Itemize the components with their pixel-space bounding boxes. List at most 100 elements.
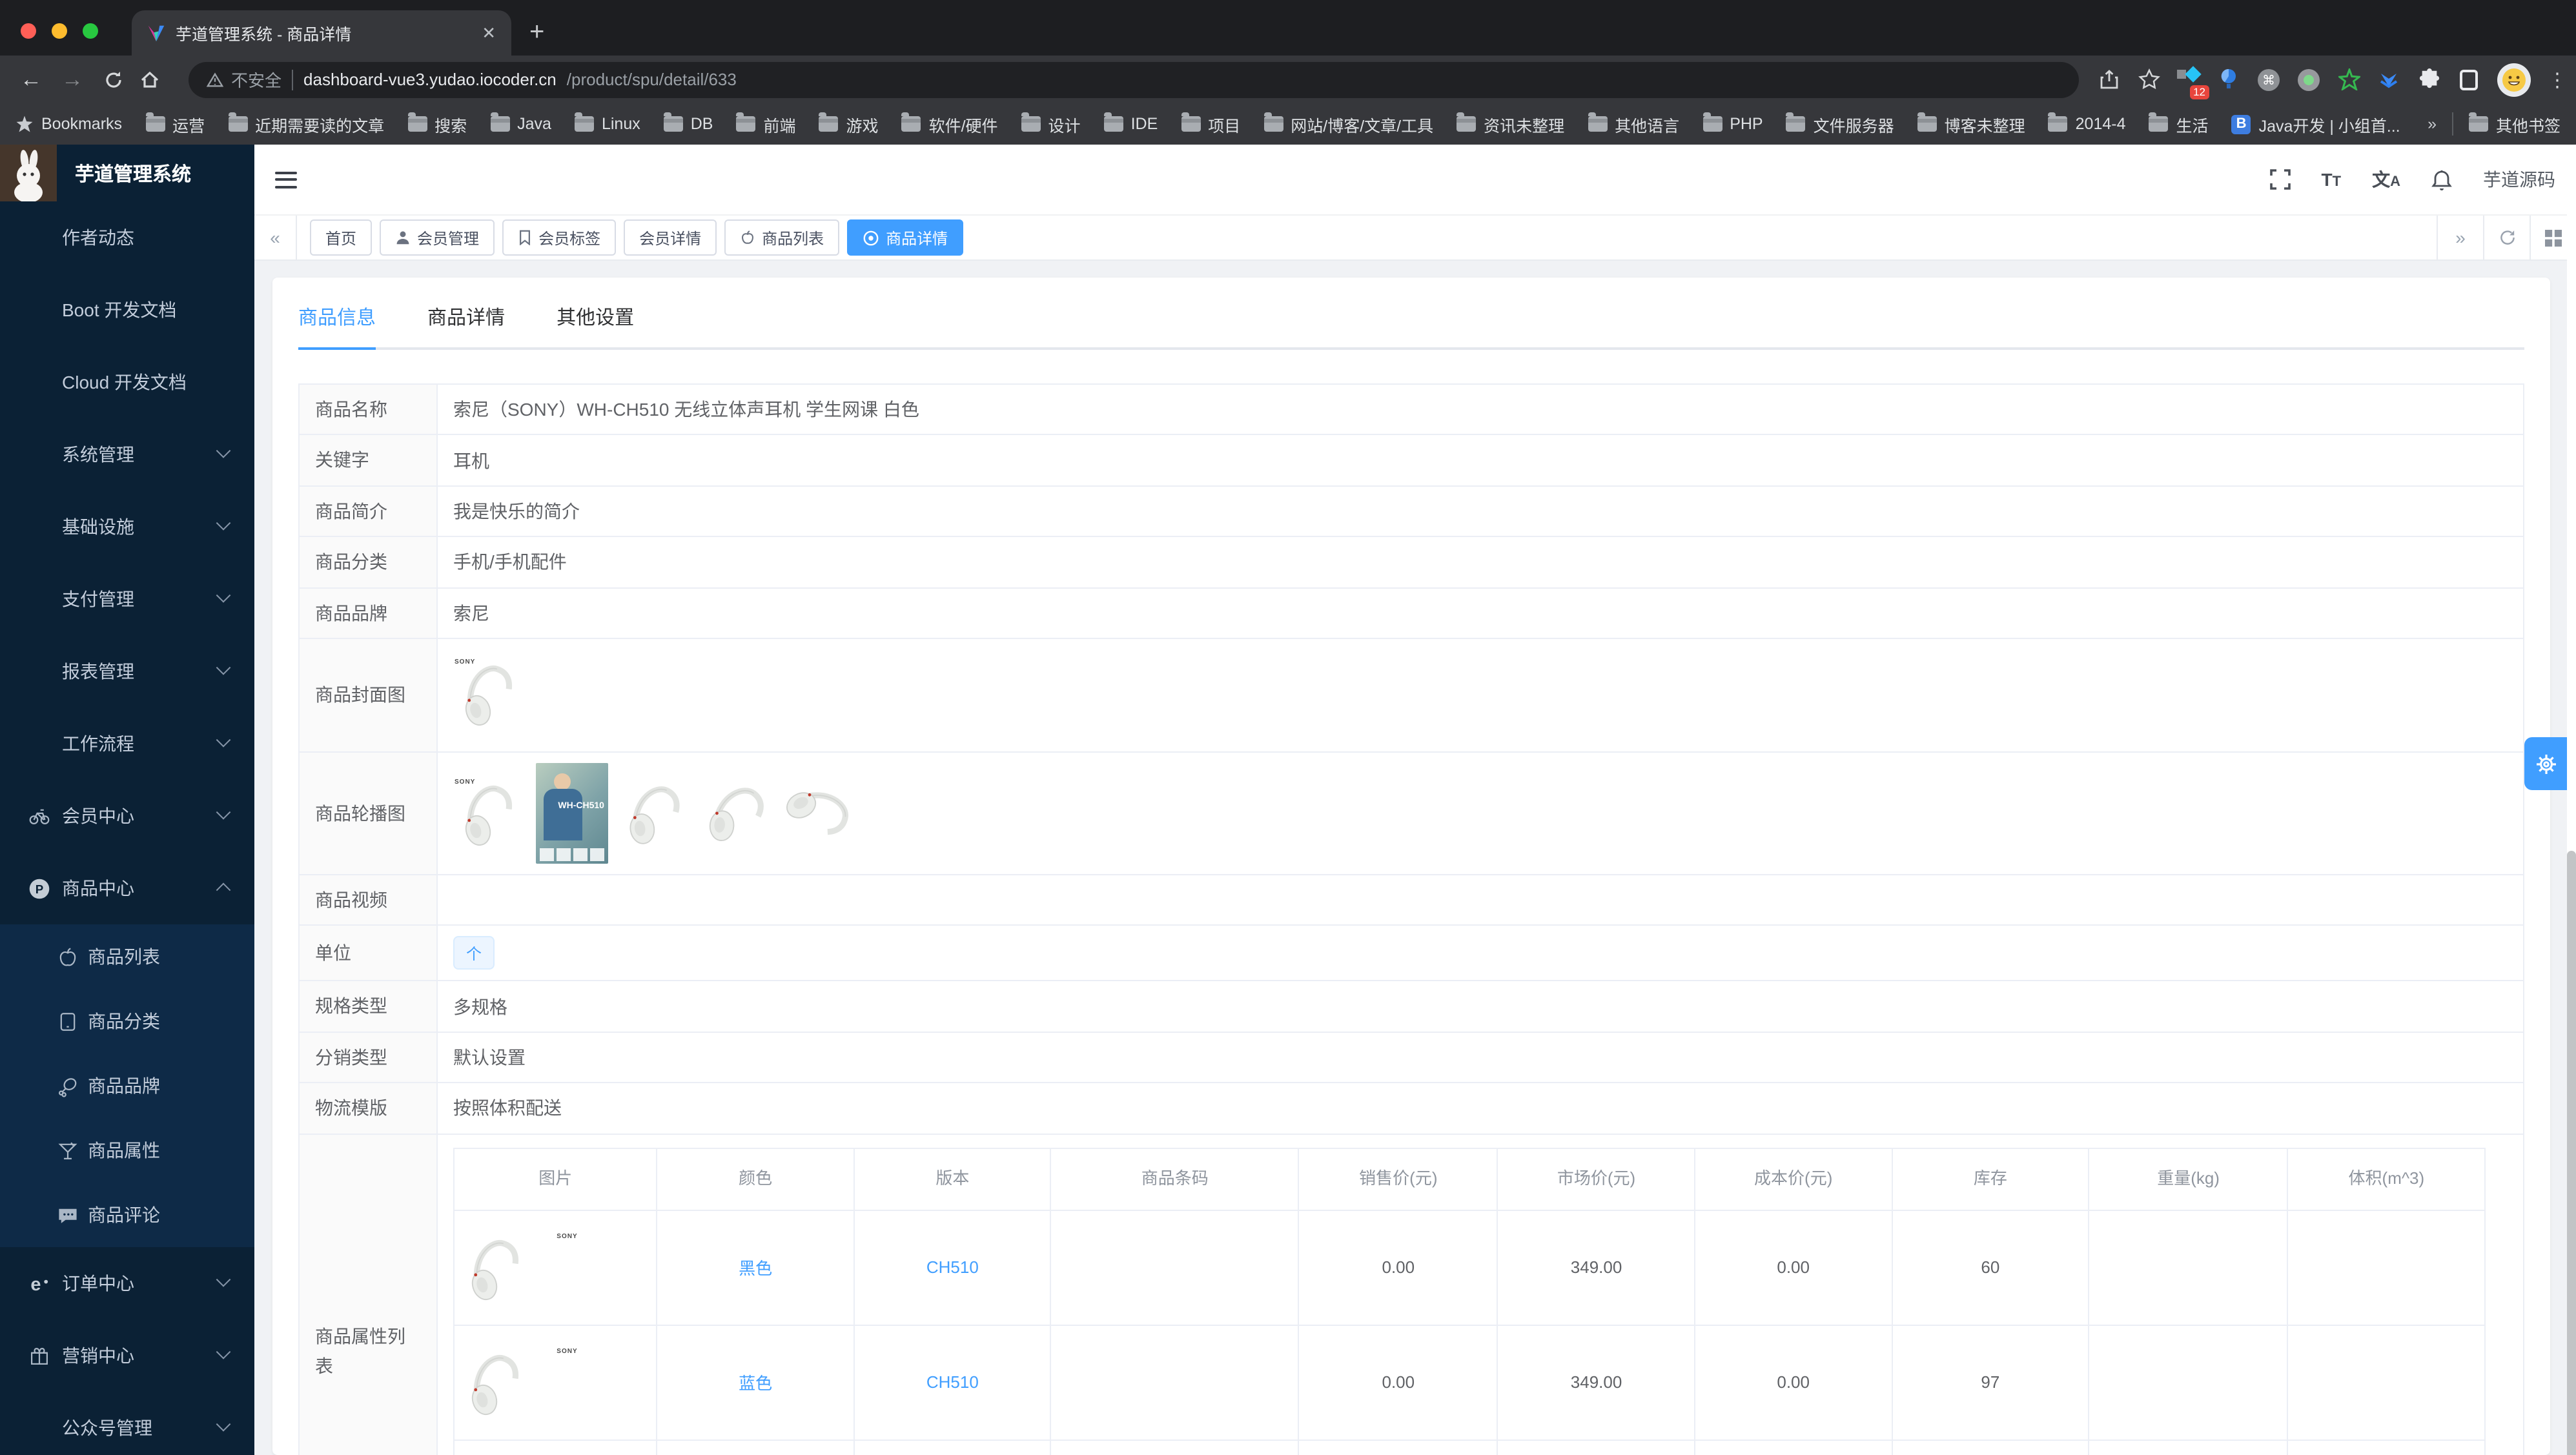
new-tab-button[interactable]: + — [529, 18, 544, 48]
sidebar-item-system[interactable]: 系统管理 — [0, 418, 254, 491]
tag-product-detail[interactable]: 商品详情 — [847, 219, 964, 256]
extension-command-icon[interactable]: ⌘ — [2257, 68, 2280, 91]
fullscreen-icon[interactable] — [2269, 169, 2291, 190]
sidebar-item-marketing-center[interactable]: 营销中心 — [0, 1319, 254, 1392]
back-icon[interactable]: ← — [15, 66, 46, 92]
security-indicator[interactable]: 不安全 — [207, 67, 281, 92]
tab-other-settings[interactable]: 其他设置 — [557, 303, 634, 347]
minimize-window-button[interactable] — [52, 23, 67, 39]
sidebar-item-report[interactable]: 报表管理 — [0, 635, 254, 707]
sku-color-link[interactable]: 白色 — [656, 1439, 855, 1455]
bookmark-folder[interactable]: Java — [490, 112, 551, 133]
extension-balloon-icon[interactable] — [2217, 68, 2240, 91]
extension-recorder-icon[interactable] — [2297, 68, 2320, 91]
maximize-window-button[interactable] — [83, 23, 98, 39]
locale-icon[interactable]: 文A — [2372, 167, 2400, 192]
slider-image-3[interactable] — [620, 777, 691, 849]
tag-member-detail[interactable]: 会员详情 — [624, 219, 717, 256]
bookmark-folder[interactable]: 项目 — [1181, 112, 1240, 136]
scrollbar-thumb[interactable] — [2567, 851, 2576, 1455]
sidebar-item-product-category[interactable]: 商品分类 — [0, 989, 254, 1053]
bookmark-folder[interactable]: 软件/硬件 — [901, 112, 998, 136]
refresh-page-icon[interactable] — [2483, 216, 2530, 259]
sidebar-item-mp-admin[interactable]: 公众号管理 — [0, 1392, 254, 1455]
bookmark-folder[interactable]: 设计 — [1021, 112, 1081, 136]
bookmark-folder[interactable]: 运营 — [145, 112, 205, 136]
extensions-puzzle-icon[interactable] — [2417, 68, 2440, 91]
bookmark-folder[interactable]: 搜索 — [407, 112, 467, 136]
home-icon[interactable] — [139, 69, 170, 90]
sidebar-item-member-center[interactable]: 会员中心 — [0, 780, 254, 852]
sku-color-link[interactable]: 黑色 — [656, 1209, 855, 1326]
reload-icon[interactable] — [98, 69, 129, 90]
font-size-icon[interactable]: TT — [2322, 169, 2342, 190]
tag-home[interactable]: 首页 — [310, 219, 373, 256]
bookmark-folder[interactable]: 前端 — [736, 112, 796, 136]
sku-color-link[interactable]: 蓝色 — [656, 1324, 855, 1441]
bookmark-folder[interactable]: 博客未整理 — [1917, 112, 2025, 136]
sidebar-item-product-center[interactable]: P 商品中心 — [0, 852, 254, 924]
bookmark-folder[interactable]: 近期需要读的文章 — [228, 112, 384, 136]
sku-image[interactable]: SONY — [460, 1347, 651, 1418]
bookmark-folder[interactable]: 游戏 — [819, 112, 879, 136]
sidebar-item-cloud-docs[interactable]: Cloud 开发文档 — [0, 346, 254, 418]
profile-avatar[interactable] — [2497, 63, 2531, 96]
tags-scroll-left-icon[interactable]: « — [254, 216, 297, 259]
bookmark-folder[interactable]: 其他语言 — [1588, 112, 1679, 136]
share-icon[interactable] — [2097, 68, 2120, 91]
sidebar-item-order-center[interactable]: e 订单中心 — [0, 1247, 254, 1319]
sku-image[interactable]: SONY — [460, 1232, 651, 1303]
browser-tab[interactable]: 芋道管理系统 - 商品详情 ✕ — [132, 10, 511, 56]
sku-version-link[interactable]: CH510 — [853, 1324, 1052, 1441]
bookmark-folder[interactable]: 生活 — [2149, 112, 2209, 136]
tag-member-label[interactable]: 会员标签 — [502, 219, 617, 256]
other-bookmarks[interactable]: 其他书签 — [2468, 112, 2561, 136]
sidebar-item-author-news[interactable]: 作者动态 — [0, 201, 254, 274]
product-cover-image[interactable]: SONY — [453, 657, 524, 729]
extension-tag-manager-icon[interactable]: 12 — [2177, 65, 2209, 99]
browser-menu-icon[interactable]: ⋮ — [2548, 68, 2567, 91]
bookmark-folder[interactable]: 网站/博客/文章/工具 — [1263, 112, 1433, 136]
slider-image-1[interactable]: SONY — [453, 777, 524, 849]
collapse-sidebar-icon[interactable] — [275, 171, 297, 188]
tab-product-info[interactable]: 商品信息 — [298, 303, 376, 350]
sidebar-item-product-property[interactable]: 商品属性 — [0, 1118, 254, 1183]
sidebar-item-boot-docs[interactable]: Boot 开发文档 — [0, 274, 254, 346]
extension-vue-devtools-icon[interactable] — [2377, 68, 2400, 91]
sku-version-link[interactable]: CH510 — [853, 1439, 1052, 1455]
current-user[interactable]: 芋道源码 — [2483, 167, 2555, 192]
sidebar-item-pay[interactable]: 支付管理 — [0, 563, 254, 635]
slider-image-5[interactable] — [785, 777, 856, 849]
sidebar-item-infra[interactable]: 基础设施 — [0, 491, 254, 563]
theme-settings-button[interactable] — [2524, 737, 2567, 790]
bookmarks-overflow-icon[interactable]: » — [2428, 115, 2437, 133]
bookmark-folder[interactable]: 资讯未整理 — [1457, 112, 1564, 136]
sidebar-item-product-comment[interactable]: 商品评论 — [0, 1183, 254, 1247]
tag-product-list[interactable]: 商品列表 — [724, 219, 840, 256]
bookmarks-manager[interactable]: Bookmarks — [15, 115, 122, 133]
logo-bar[interactable]: 芋道管理系统 — [0, 145, 254, 201]
close-tab-icon[interactable]: ✕ — [482, 23, 496, 43]
sidebar-item-product-list[interactable]: 商品列表 — [0, 924, 254, 989]
slider-image-4[interactable] — [702, 777, 773, 849]
sku-version-link[interactable]: CH510 — [853, 1209, 1052, 1326]
slider-image-2[interactable]: WH-CH510 — [536, 762, 608, 864]
scrollbar-track[interactable] — [2567, 145, 2576, 1455]
bookmark-folder[interactable]: 文件服务器 — [1786, 112, 1894, 136]
forward-icon[interactable]: → — [57, 66, 88, 92]
bookmark-link-java[interactable]: B Java开发 | 小组首... — [2231, 112, 2400, 136]
bookmark-folder[interactable]: 2014-4 — [2048, 112, 2126, 133]
address-bar[interactable]: 不安全 dashboard-vue3.yudao.iocoder.cn/prod… — [189, 61, 2079, 97]
bookmark-folder[interactable]: IDE — [1103, 112, 1158, 133]
bookmark-folder[interactable]: Linux — [574, 112, 640, 133]
extension-panel-icon[interactable] — [2457, 68, 2480, 91]
close-window-button[interactable] — [21, 23, 36, 39]
notification-bell-icon[interactable] — [2431, 168, 2452, 190]
bookmark-star-icon[interactable] — [2137, 68, 2160, 91]
tag-member-manage[interactable]: 会员管理 — [380, 219, 495, 256]
tags-scroll-right-icon[interactable]: » — [2437, 216, 2483, 259]
sidebar-item-workflow[interactable]: 工作流程 — [0, 707, 254, 780]
bookmark-folder[interactable]: PHP — [1702, 112, 1763, 133]
sidebar-item-product-brand[interactable]: 商品品牌 — [0, 1053, 254, 1118]
tab-product-detail[interactable]: 商品详情 — [427, 303, 505, 347]
